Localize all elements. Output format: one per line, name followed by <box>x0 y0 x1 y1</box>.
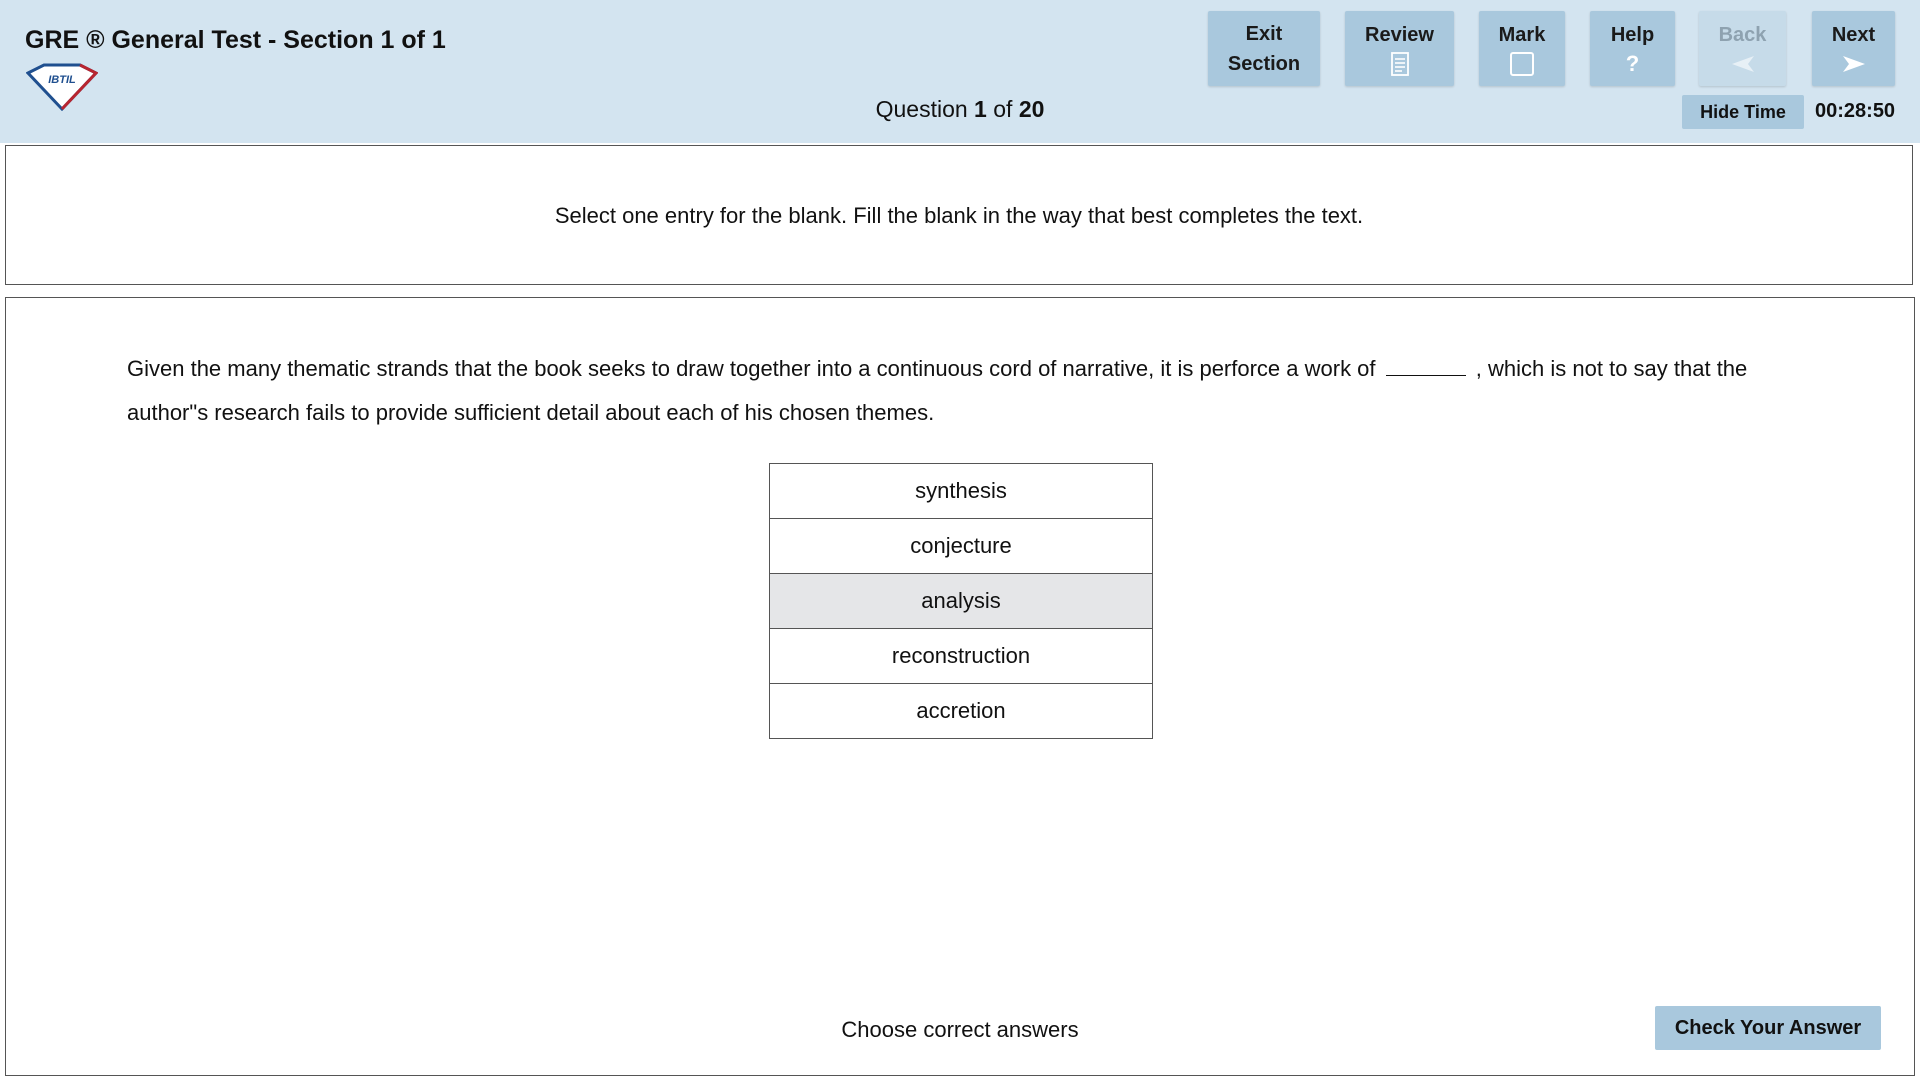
answer-choice[interactable]: reconstruction <box>769 629 1153 684</box>
back-button[interactable]: Back <box>1699 11 1786 86</box>
directions-panel: Select one entry for the blank. Fill the… <box>5 145 1913 285</box>
arrow-left-icon <box>1730 50 1756 78</box>
svg-text:IBTIL: IBTIL <box>48 74 76 86</box>
answer-choice[interactable]: accretion <box>769 684 1153 739</box>
mark-label: Mark <box>1498 23 1546 46</box>
question-stem: Given the many thematic strands that the… <box>127 347 1827 435</box>
hide-time-button[interactable]: Hide Time <box>1682 95 1804 129</box>
back-label: Back <box>1718 23 1767 46</box>
check-answer-button[interactable]: Check Your Answer <box>1655 1006 1881 1050</box>
stem-text-before: Given the many thematic strands that the… <box>127 356 1376 381</box>
directions-text: Select one entry for the blank. Fill the… <box>554 203 1364 228</box>
answer-choice[interactable]: conjecture <box>769 519 1153 574</box>
checkbox-icon <box>1510 50 1534 78</box>
review-label: Review <box>1365 23 1434 46</box>
question-panel: Given the many thematic strands that the… <box>5 297 1915 1076</box>
top-header: GRE ® General Test - Section 1 of 1 IBTI… <box>0 0 1920 143</box>
countdown-timer: 00:28:50 <box>1815 100 1896 122</box>
mark-button[interactable]: Mark <box>1479 11 1565 86</box>
question-number: 1 <box>974 96 987 122</box>
answer-choice[interactable]: synthesis <box>769 463 1153 519</box>
help-button[interactable]: Help ? <box>1590 11 1675 86</box>
answer-blank <box>1385 355 1466 376</box>
exit-section-button[interactable]: Exit Section <box>1208 11 1320 86</box>
question-prefix: Question <box>875 96 968 122</box>
answer-choices: synthesis conjecture analysis reconstruc… <box>769 463 1153 739</box>
choose-answers-label: Choose correct answers <box>841 1017 1079 1042</box>
next-label: Next <box>1831 23 1876 46</box>
test-title: GRE ® General Test - Section 1 of 1 <box>25 26 446 54</box>
next-button[interactable]: Next <box>1812 11 1895 86</box>
question-of: of <box>993 96 1013 122</box>
question-mark-icon: ? <box>1625 50 1640 76</box>
document-icon <box>1390 50 1409 78</box>
question-counter: Question 1 of 20 <box>0 96 1920 123</box>
review-button[interactable]: Review <box>1345 11 1454 86</box>
answer-choice-selected[interactable]: analysis <box>769 574 1153 629</box>
arrow-right-icon <box>1841 50 1867 78</box>
help-label: Help <box>1610 23 1655 46</box>
question-total: 20 <box>1018 96 1045 122</box>
exit-label-line1: Exit <box>1245 22 1283 45</box>
exit-label-line2: Section <box>1227 52 1301 75</box>
